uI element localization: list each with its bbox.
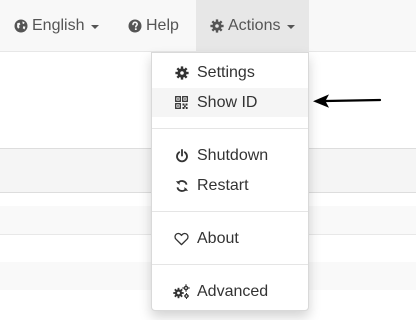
refresh-icon <box>173 179 190 193</box>
top-navbar: English Help Actions <box>0 0 416 52</box>
globe-icon <box>14 19 28 33</box>
language-label: English <box>32 16 85 34</box>
menu-item-label: Restart <box>197 176 249 194</box>
menu-item-show-id[interactable]: Show ID <box>152 88 308 117</box>
power-icon <box>173 148 190 163</box>
heart-outline-icon <box>173 232 190 246</box>
actions-dropdown-menu: Settings Show ID Shutdown Restart About … <box>151 52 309 311</box>
actions-label: Actions <box>228 16 281 34</box>
chevron-down-icon <box>287 24 296 29</box>
menu-item-advanced[interactable]: Advanced <box>152 277 308 306</box>
menu-divider <box>152 128 308 129</box>
qrcode-icon <box>173 96 190 109</box>
menu-divider <box>152 264 308 265</box>
gear-icon <box>173 65 190 80</box>
menu-item-label: Show ID <box>197 93 258 111</box>
gears-icon <box>173 284 190 299</box>
help-label: Help <box>146 16 179 34</box>
pointer-arrow-icon <box>312 92 382 115</box>
menu-item-label: About <box>197 229 239 247</box>
menu-item-about[interactable]: About <box>152 224 308 253</box>
page: English Help Actions Settings Show ID Sh… <box>0 0 416 320</box>
menu-divider <box>152 211 308 212</box>
menu-item-label: Shutdown <box>197 146 269 164</box>
menu-item-shutdown[interactable]: Shutdown <box>152 141 308 170</box>
chevron-down-icon <box>91 24 100 29</box>
gear-icon <box>210 18 224 33</box>
help-link[interactable]: Help <box>114 0 193 51</box>
menu-item-restart[interactable]: Restart <box>152 171 308 200</box>
menu-item-settings[interactable]: Settings <box>152 58 308 87</box>
actions-menu-toggle[interactable]: Actions <box>196 0 309 51</box>
menu-item-label: Settings <box>197 63 255 81</box>
question-circle-icon <box>128 19 142 33</box>
menu-item-label: Advanced <box>197 282 269 300</box>
language-menu-toggle[interactable]: English <box>0 0 113 51</box>
